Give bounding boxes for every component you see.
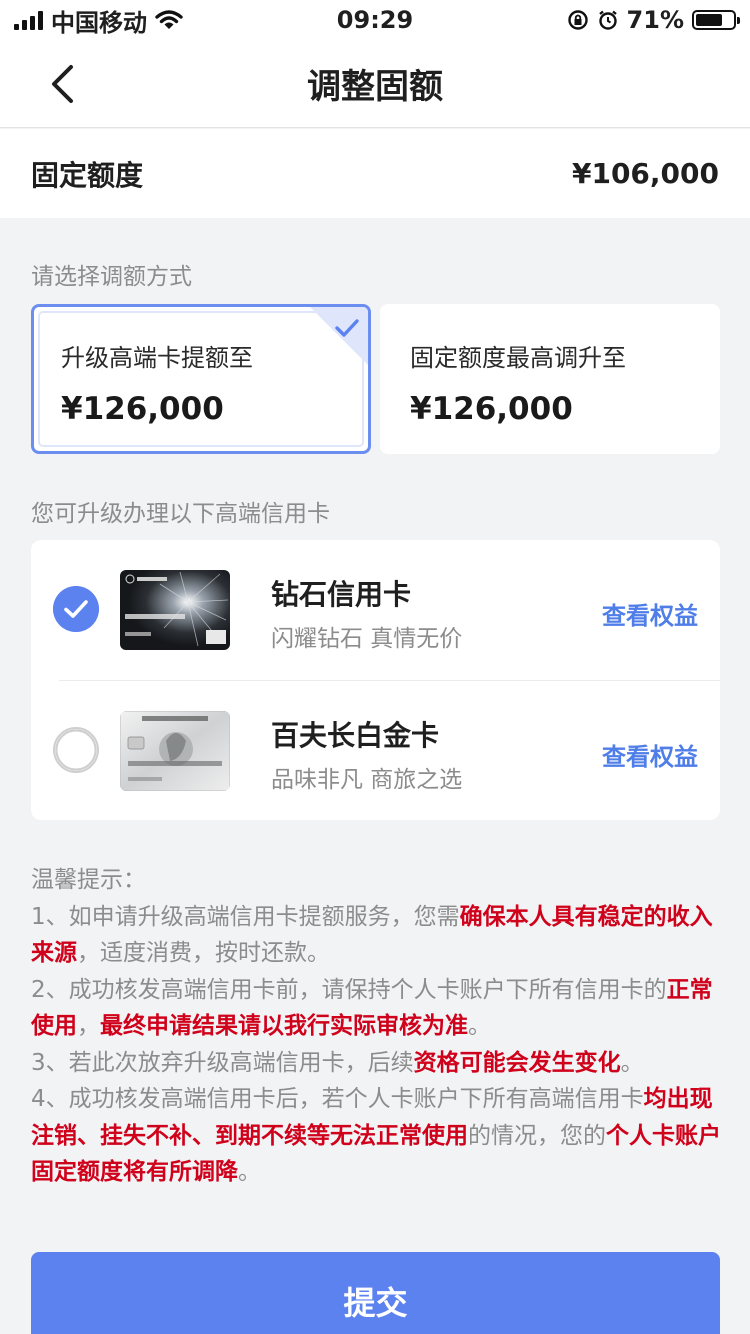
view-benefits-link[interactable]: 查看权益 bbox=[602, 596, 698, 631]
tip-3: 3、若此次放弃升级高端信用卡，后续资格可能会发生变化。 bbox=[31, 1045, 721, 1082]
tip-text: 。 bbox=[620, 1049, 644, 1076]
tip-highlight: 资格可能会发生变化 bbox=[413, 1049, 621, 1076]
tips-title: 温馨提示： bbox=[31, 867, 146, 893]
fixed-amount-label: 固定额度 bbox=[31, 158, 144, 192]
rotation-lock-icon bbox=[567, 10, 588, 30]
card-desc: 闪耀钻石 真情无价 bbox=[271, 626, 463, 652]
signal-icon bbox=[14, 10, 43, 30]
card-name: 钻石信用卡 bbox=[271, 578, 412, 611]
submit-button[interactable]: 提交 bbox=[31, 1252, 720, 1334]
fixed-amount-row: 固定额度 ¥106,000 bbox=[0, 129, 750, 218]
card-name: 百夫长白金卡 bbox=[271, 719, 440, 752]
tip-text: 1、如申请升级高端信用卡提额服务，您需 bbox=[31, 903, 460, 930]
tip-highlight: 最终申请结果请以我行实际审核为准 bbox=[100, 1013, 468, 1039]
card-row-inner: 百夫长白金卡 品味非凡 商旅之选 查看权益 bbox=[31, 681, 720, 821]
cards-section-label: 您可升级办理以下高端信用卡 bbox=[31, 501, 330, 527]
battery-icon bbox=[692, 10, 740, 30]
tip-text: 。 bbox=[238, 1159, 261, 1185]
battery-percent: 71% bbox=[626, 6, 684, 34]
status-left: 中国移动 bbox=[14, 3, 183, 38]
card-row-centurion[interactable]: 百夫长白金卡 品味非凡 商旅之选 查看权益 bbox=[53, 680, 720, 820]
tip-text: ，适度消费，按时还款。 bbox=[77, 940, 330, 966]
amex-platinum-card-image bbox=[120, 711, 230, 791]
tip-text: 4、成功核发高端信用卡后，若个人卡账户下所有高端信用卡 bbox=[31, 1086, 644, 1112]
card-desc: 品味非凡 商旅之选 bbox=[271, 767, 463, 793]
back-arrow-icon[interactable] bbox=[44, 62, 88, 106]
tip-text: 3、若此次放弃升级高端信用卡，后续 bbox=[31, 1049, 414, 1076]
status-bar: 中国移动 09:29 71% bbox=[0, 0, 750, 40]
option-upgrade-amount: ¥126,000 bbox=[61, 391, 224, 427]
nav-bar: 调整固额 bbox=[0, 40, 750, 128]
status-right: 71% bbox=[567, 6, 740, 34]
fixed-amount-value: ¥106,000 bbox=[571, 157, 719, 190]
tip-text: 的情况，您的 bbox=[468, 1122, 606, 1149]
card-row-diamond[interactable]: 钻石信用卡 闪耀钻石 真情无价 查看权益 bbox=[31, 540, 720, 680]
page-title: 调整固额 bbox=[307, 67, 443, 107]
view-benefits-link[interactable]: 查看权益 bbox=[602, 737, 698, 772]
wifi-icon bbox=[155, 10, 183, 29]
tips-block: 温馨提示： 1、如申请升级高端信用卡提额服务，您需确保本人具有稳定的收入来源，适… bbox=[31, 862, 721, 1191]
radio-checked-icon[interactable] bbox=[53, 586, 99, 632]
tip-4: 4、成功核发高端信用卡后，若个人卡账户下所有高端信用卡均出现注销、挂失不补、到期… bbox=[31, 1081, 721, 1191]
option-fixed-raise[interactable]: 固定额度最高调升至 ¥126,000 bbox=[380, 304, 720, 454]
tip-1: 1、如申请升级高端信用卡提额服务，您需确保本人具有稳定的收入来源，适度消费，按时… bbox=[31, 899, 721, 972]
diamond-card-image bbox=[120, 570, 230, 650]
tip-text: ， bbox=[77, 1013, 100, 1039]
tip-2: 2、成功核发高端信用卡前，请保持个人卡账户下所有信用卡的正常使用，最终申请结果请… bbox=[31, 972, 721, 1045]
alarm-icon bbox=[598, 10, 617, 30]
card-list: 钻石信用卡 闪耀钻石 真情无价 查看权益 百夫长白金卡 品味非凡 商旅之选 查看… bbox=[31, 540, 720, 820]
status-time: 09:29 bbox=[336, 6, 414, 34]
carrier-label: 中国移动 bbox=[51, 8, 147, 37]
tip-text: 。 bbox=[468, 1013, 491, 1039]
method-section-label: 请选择调额方式 bbox=[31, 264, 192, 290]
tip-text: 2、成功核发高端信用卡前，请保持个人卡账户下所有信用卡的 bbox=[31, 976, 667, 1003]
option-fixed-raise-title: 固定额度最高调升至 bbox=[410, 344, 626, 372]
radio-unchecked-icon[interactable] bbox=[53, 727, 99, 773]
option-fixed-raise-amount: ¥126,000 bbox=[410, 391, 573, 427]
option-upgrade-card[interactable]: 升级高端卡提额至 ¥126,000 bbox=[31, 304, 371, 454]
selected-corner-check-icon bbox=[310, 307, 368, 365]
